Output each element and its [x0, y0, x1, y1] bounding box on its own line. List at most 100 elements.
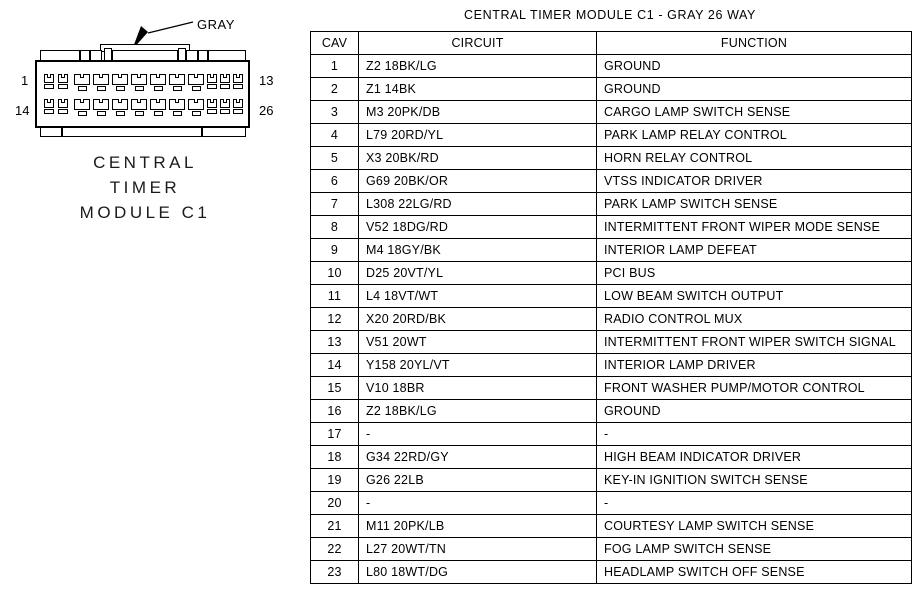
cell-cav: 18: [310, 445, 359, 469]
connector-cavity: [112, 74, 128, 91]
connector-cavity: [93, 99, 109, 116]
cell-function: INTERMITTENT FRONT WIPER MODE SENSE: [596, 215, 912, 239]
cell-function: LOW BEAM SWITCH OUTPUT: [596, 284, 912, 308]
cell-cav: 15: [310, 376, 359, 400]
cell-function: FOG LAMP SWITCH SENSE: [596, 537, 912, 561]
cell-circuit: Z1 14BK: [358, 77, 597, 101]
cell-cav: 23: [310, 560, 359, 584]
cell-cav: 21: [310, 514, 359, 538]
cell-cav: 14: [310, 353, 359, 377]
table-row: 6 G69 20BK/OR VTSS INDICATOR DRIVER: [310, 169, 912, 193]
column-header-function: FUNCTION: [596, 31, 912, 55]
cell-function: -: [596, 422, 912, 446]
cell-cav: 4: [310, 123, 359, 147]
cell-function: FRONT WASHER PUMP/MOTOR CONTROL: [596, 376, 912, 400]
cell-circuit: G26 22LB: [358, 468, 597, 492]
cell-function: CARGO LAMP SWITCH SENSE: [596, 100, 912, 124]
connector-cavity: [150, 99, 166, 116]
cell-circuit: L80 18WT/DG: [358, 560, 597, 584]
cell-function: PARK LAMP SWITCH SENSE: [596, 192, 912, 216]
connector-caption: CENTRAL TIMER MODULE C1: [0, 150, 290, 225]
cell-function: HIGH BEAM INDICATOR DRIVER: [596, 445, 912, 469]
table-row: 12 X20 20RD/BK RADIO CONTROL MUX: [310, 307, 912, 331]
cell-circuit: -: [358, 422, 597, 446]
connector-cavity: [131, 99, 147, 116]
cell-function: VTSS INDICATOR DRIVER: [596, 169, 912, 193]
table-row: 8 V52 18DG/RD INTERMITTENT FRONT WIPER MOD…: [310, 215, 912, 239]
cell-circuit: L4 18VT/WT: [358, 284, 597, 308]
connector-cavity: [44, 99, 54, 114]
cell-cav: 17: [310, 422, 359, 446]
cell-cav: 8: [310, 215, 359, 239]
table-row: 7 L308 22LG/RD PARK LAMP SWITCH SENSE: [310, 192, 912, 216]
column-header-cav: CAV: [310, 31, 359, 55]
connector-cavity: [220, 74, 230, 89]
cell-circuit: G34 22RD/GY: [358, 445, 597, 469]
cell-function: GROUND: [596, 77, 912, 101]
connector-cavity: [233, 74, 243, 89]
cell-function: -: [596, 491, 912, 515]
cell-cav: 22: [310, 537, 359, 561]
table-row: 1 Z2 18BK/LG GROUND: [310, 54, 912, 78]
cell-cav: 20: [310, 491, 359, 515]
cell-cav: 12: [310, 307, 359, 331]
pinout-table-body: 1 Z2 18BK/LG GROUND 2 Z1 14BK GROUND 3 M3 20PK/…: [310, 54, 912, 584]
table-title: CENTRAL TIMER MODULE C1 - GRAY 26 WAY: [464, 8, 756, 22]
gray-connector-label: GRAY: [197, 17, 235, 32]
connector-cavity: [169, 99, 185, 116]
cell-circuit: Z2 18BK/LG: [358, 399, 597, 423]
cell-cav: 2: [310, 77, 359, 101]
table-row: 18 G34 22RD/GY HIGH BEAM INDICATOR DRIVER: [310, 445, 912, 469]
caption-line-3: MODULE C1: [79, 203, 211, 222]
cell-cav: 13: [310, 330, 359, 354]
pin-number-bottom-left: 14: [15, 103, 30, 118]
table-row: 5 X3 20BK/RD HORN RELAY CONTROL: [310, 146, 912, 170]
cell-circuit: M4 18GY/BK: [358, 238, 597, 262]
cell-function: HORN RELAY CONTROL: [596, 146, 912, 170]
connector-cavity: [207, 74, 217, 89]
cell-circuit: M11 20PK/LB: [358, 514, 597, 538]
cell-cav: 16: [310, 399, 359, 423]
table-row: 20- -: [310, 491, 912, 515]
cell-function: GROUND: [596, 399, 912, 423]
cell-function: COURTESY LAMP SWITCH SENSE: [596, 514, 912, 538]
connector-diagram: GRAY 1 14 13 26 CENTRAL TIMER MODULE C1: [0, 0, 300, 240]
table-row: 10 D25 20VT/YL PCI BUS: [310, 261, 912, 285]
connector-bottom-tab-2: [62, 127, 202, 137]
cell-cav: 7: [310, 192, 359, 216]
connector-cavity: [44, 74, 54, 89]
caption-line-2: TIMER: [109, 178, 181, 197]
table-row: 3 M3 20PK/DB CARGO LAMP SWITCH SENSE: [310, 100, 912, 124]
connector-cavity: [112, 99, 128, 116]
cell-function: INTERIOR LAMP DEFEAT: [596, 238, 912, 262]
pin-number-top-left: 1: [21, 73, 29, 88]
connector-cavity: [74, 74, 90, 91]
cell-function: KEY-IN IGNITION SWITCH SENSE: [596, 468, 912, 492]
table-row: 11 L4 18VT/WT LOW BEAM SWITCH OUTPUT: [310, 284, 912, 308]
cell-cav: 5: [310, 146, 359, 170]
cell-circuit: X3 20BK/RD: [358, 146, 597, 170]
connector-cavity: [74, 99, 90, 116]
connector-cavity: [207, 99, 217, 114]
cell-function: PARK LAMP RELAY CONTROL: [596, 123, 912, 147]
cell-cav: 1: [310, 54, 359, 78]
connector-cavity: [188, 74, 204, 91]
cell-circuit: Y158 20YL/VT: [358, 353, 597, 377]
cell-cav: 6: [310, 169, 359, 193]
table-row: 13 V51 20WT INTERMITTENT FRONT WIPER SWITC…: [310, 330, 912, 354]
pin-number-bottom-right: 26: [259, 103, 274, 118]
cell-function: GROUND: [596, 54, 912, 78]
table-row: 14 Y158 20YL/VT INTERIOR LAMP DRIVER: [310, 353, 912, 377]
pinout-table-panel: CENTRAL TIMER MODULE C1 - GRAY 26 WAY CA…: [310, 0, 919, 608]
connector-bottom-tab-3: [202, 127, 246, 137]
connector-cavity: [93, 74, 109, 91]
cell-circuit: G69 20BK/OR: [358, 169, 597, 193]
table-row: 21 M11 20PK/LB COURTESY LAMP SWITCH SENSE: [310, 514, 912, 538]
table-row: 19 G26 22LB KEY-IN IGNITION SWITCH SENSE: [310, 468, 912, 492]
table-row: 15 V10 18BR FRONT WASHER PUMP/MOTOR CONTRO…: [310, 376, 912, 400]
cell-circuit: X20 20RD/BK: [358, 307, 597, 331]
pinout-table: CAV CIRCUIT FUNCTION 1 Z2 18BK/LG GROUND 2 Z…: [310, 31, 912, 584]
pin-number-top-right: 13: [259, 73, 274, 88]
cell-circuit: V51 20WT: [358, 330, 597, 354]
table-header-row: CAV CIRCUIT FUNCTION: [310, 31, 912, 55]
